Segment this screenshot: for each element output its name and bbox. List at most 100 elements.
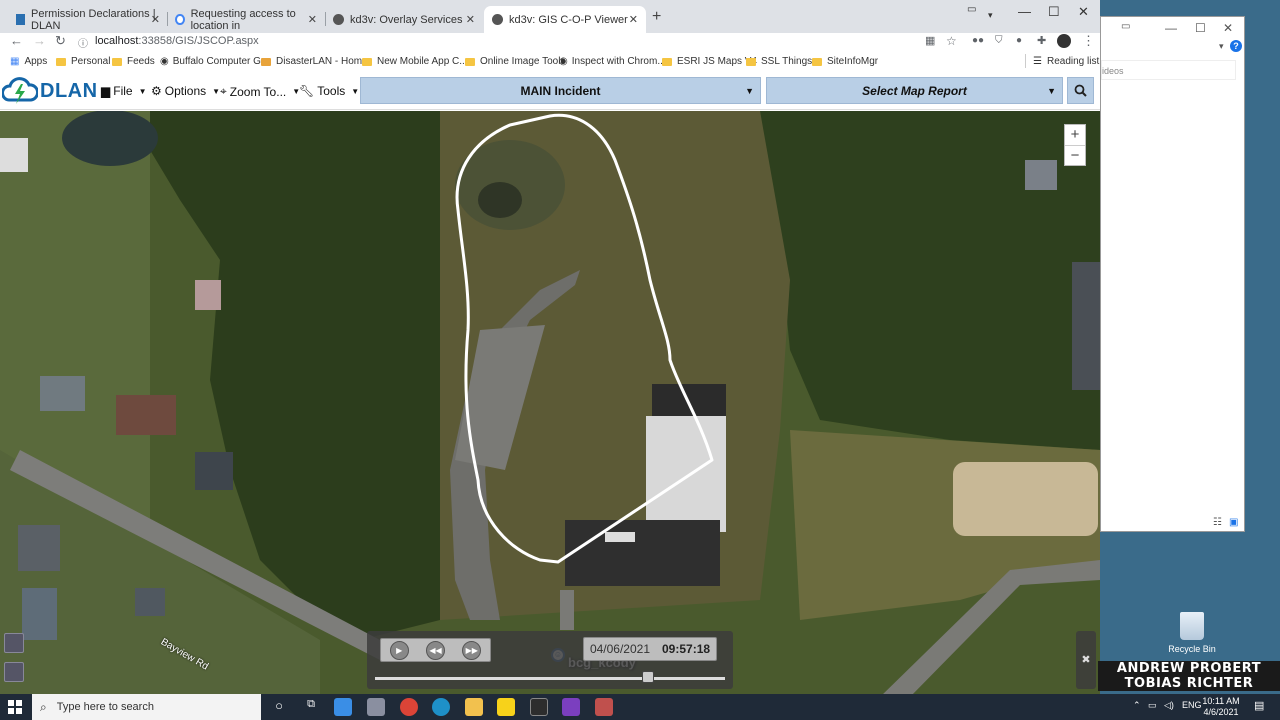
volume-icon[interactable]: ◁) [1164, 700, 1174, 711]
file-menu[interactable]: ▆ File ▼ [101, 84, 147, 98]
visual-studio-icon[interactable] [562, 698, 580, 716]
folder-icon [56, 57, 66, 66]
zoom-control: + − [1064, 124, 1086, 166]
chevron-down-icon: ▼ [1047, 85, 1056, 96]
terminal-icon[interactable] [530, 698, 548, 716]
playback-controls: ▶ ◀◀ ▶▶ [380, 638, 491, 662]
cortana-icon[interactable]: ○ [270, 698, 288, 716]
bookmark-personal[interactable]: Personal [56, 56, 110, 67]
bookmark-feeds[interactable]: Feeds [112, 56, 155, 67]
tab-search-icon[interactable]: ▾ [988, 10, 993, 21]
tiles-view-icon[interactable]: ▣ [1229, 517, 1238, 528]
new-tab-button[interactable]: + [652, 8, 661, 26]
playback-panel: ▶ ◀◀ ▶▶ 04/06/2021 09:57:18 [367, 631, 733, 689]
clock[interactable]: 10:11 AM 4/6/2021 [1200, 696, 1242, 718]
chrome-icon[interactable] [400, 698, 418, 716]
qr-code-icon[interactable]: ▦ [925, 34, 935, 47]
chrome-menu-icon[interactable]: ⋮ [1082, 33, 1095, 49]
close-tab-icon[interactable]: ✕ [629, 13, 638, 26]
recycle-bin[interactable]: Recycle Bin [1164, 612, 1220, 654]
tab-requesting-access[interactable]: Requesting access to location in ✕ [167, 6, 325, 33]
zoom-to-menu[interactable]: ⌖ Zoom To... ▼ [220, 84, 300, 99]
task-view-icon[interactable]: ⧉ [302, 698, 320, 716]
tab-overlay-services[interactable]: kd3v: Overlay Services ✕ [325, 6, 483, 33]
extensions-puzzle-icon[interactable]: ✚ [1037, 34, 1046, 47]
site-info-icon[interactable]: ⓘ [78, 35, 88, 50]
map-report-select[interactable]: Select Map Report ▼ [766, 77, 1063, 104]
help-icon[interactable]: ? [1230, 40, 1242, 52]
close-playback-icon[interactable]: ✖ [1076, 631, 1096, 689]
close-tab-icon[interactable]: ✕ [308, 13, 317, 26]
extension-circle-icon[interactable]: ● [1016, 35, 1022, 46]
search-field[interactable]: ideos [1101, 60, 1236, 80]
search-button[interactable] [1067, 77, 1094, 104]
layer-toggle-icon[interactable] [4, 633, 24, 653]
incident-select[interactable]: MAIN Incident ▼ [360, 77, 761, 104]
notifications-icon[interactable]: ▤ [1254, 699, 1264, 712]
sticky-notes-icon[interactable] [497, 698, 515, 716]
bookmark-buffalo[interactable]: ◉ Buffalo Computer G... [160, 56, 269, 67]
chevron-down-icon[interactable]: ▾ [1219, 41, 1224, 52]
close-tab-icon[interactable]: ✕ [151, 13, 160, 26]
app-icon[interactable] [595, 698, 613, 716]
globe-icon: ◉ [559, 56, 568, 67]
tools-menu[interactable]: 🔧︎ Tools ▼ [299, 84, 359, 98]
bookmark-esri[interactable]: ESRI JS Maps V4 [662, 56, 757, 67]
playback-slider-handle[interactable] [642, 671, 654, 683]
bookmark-ssl[interactable]: SSL Things [746, 56, 812, 67]
forward-icon[interactable]: → [33, 33, 46, 48]
details-view-icon[interactable]: ☷ [1213, 517, 1222, 528]
rewind-button[interactable]: ◀◀ [425, 640, 445, 660]
bookmark-inspect[interactable]: ◉ Inspect with Chrom... [559, 56, 666, 67]
close-window-button[interactable]: ✕ [1078, 4, 1089, 20]
back-icon[interactable]: ← [10, 33, 23, 48]
close-tab-icon[interactable]: ✕ [466, 13, 475, 26]
bookmark-apps[interactable]: ▦ Apps [10, 56, 47, 67]
windows-start-icon[interactable] [8, 700, 22, 714]
tab-gis-cop-viewer[interactable]: kd3v: GIS C-O-P Viewer ✕ [484, 6, 646, 33]
reading-list[interactable]: ☰ Reading list [1033, 56, 1099, 67]
profile-switch-icon[interactable]: ▭ [967, 4, 976, 15]
minimize-button[interactable]: — [1165, 21, 1177, 35]
extension-shield-icon[interactable]: ⛉ [995, 35, 1003, 46]
app-icon[interactable] [367, 698, 385, 716]
bookmarks-bar: ▦ Apps Personal Feeds ◉ Buffalo Computer G… [0, 54, 1100, 71]
options-menu[interactable]: ⚙ Options ▼ [151, 84, 220, 98]
chevron-up-icon[interactable]: ⌃ [1133, 700, 1141, 711]
clock-date: 4/6/2021 [1203, 707, 1239, 717]
language-indicator[interactable]: ENG [1182, 700, 1202, 710]
fast-forward-button[interactable]: ▶▶ [462, 640, 482, 660]
reload-icon[interactable]: ↻ [55, 33, 66, 49]
tab-title: kd3v: GIS C-O-P Viewer [509, 13, 628, 26]
chevron-down-icon: ▼ [351, 86, 360, 96]
dlan-logo[interactable]: DLAN [2, 75, 98, 107]
map-view[interactable]: Bayview Rd ☺ bcg_kcody [0, 111, 1100, 697]
maximize-button[interactable]: ☐ [1048, 4, 1060, 20]
app-icon[interactable] [334, 698, 352, 716]
playback-slider-track[interactable] [375, 677, 725, 680]
bookmark-mobile-app[interactable]: New Mobile App C... [362, 56, 468, 67]
play-button[interactable]: ▶ [389, 640, 409, 660]
tab-title: kd3v: Overlay Services [350, 13, 463, 26]
edge-icon[interactable] [432, 698, 450, 716]
bookmark-disasterlan[interactable]: DisasterLAN - Home [261, 56, 368, 67]
reading-list-icon: ☰ [1033, 56, 1042, 67]
extension-glasses-icon[interactable]: ●● [972, 35, 984, 46]
tab-permission-declarations[interactable]: Permission Declarations | DLAN ✕ [8, 6, 168, 33]
maximize-button[interactable]: ☐ [1195, 21, 1206, 35]
bookmark-image-tools[interactable]: Online Image Tools [465, 56, 565, 67]
bookmark-siteinfomgr[interactable]: SiteInfoMgr [812, 56, 878, 67]
minimize-button[interactable]: — [1018, 4, 1031, 19]
taskbar-search[interactable]: ⌕ Type here to search [32, 694, 261, 720]
url-field[interactable]: localhost:33858/GIS/JSCOP.aspx [95, 35, 259, 47]
playback-time: 09:57:18 [662, 642, 711, 656]
zoom-in-button[interactable]: + [1065, 125, 1085, 145]
bookmark-star-icon[interactable]: ☆ [946, 34, 957, 48]
profile-avatar[interactable] [1057, 34, 1071, 48]
close-window-button[interactable]: ✕ [1223, 21, 1233, 35]
network-icon[interactable]: ▭ [1148, 700, 1157, 711]
file-explorer-icon[interactable] [465, 698, 483, 716]
zoom-out-button[interactable]: − [1065, 145, 1085, 165]
background-explorer-window: ▭ — ☐ ✕ ▾ ideos ☷ ▣ [1100, 16, 1245, 532]
layer-toggle-icon[interactable] [4, 662, 24, 682]
